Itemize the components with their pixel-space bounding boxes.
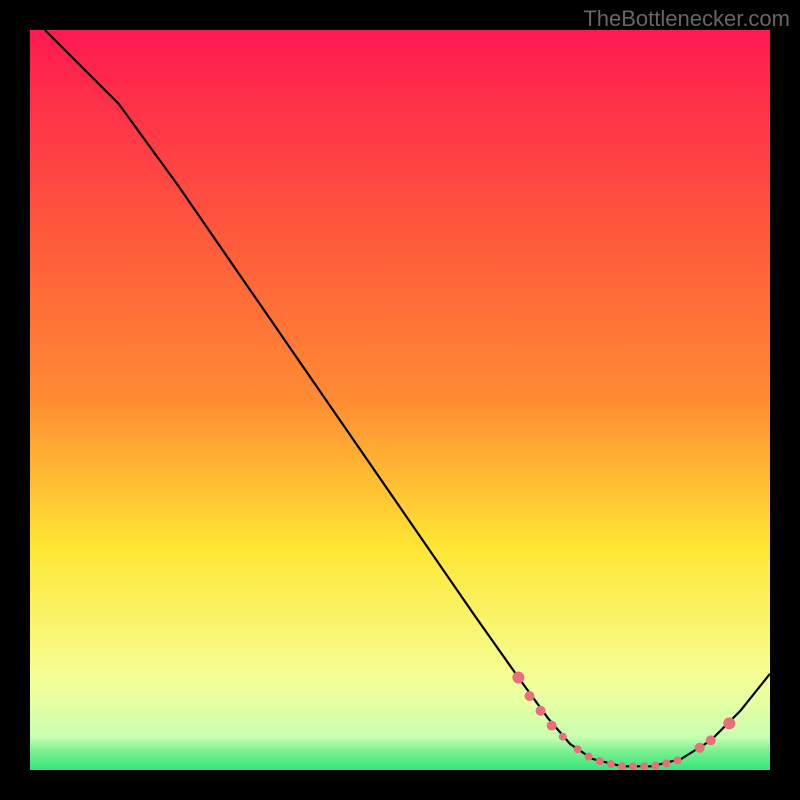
data-marker (525, 691, 535, 701)
plot-area (30, 30, 770, 770)
data-marker (607, 760, 615, 768)
data-marker (512, 672, 524, 684)
data-marker (651, 762, 659, 770)
data-marker (547, 721, 557, 731)
data-marker (629, 762, 637, 770)
gradient-background (30, 30, 770, 770)
data-marker (618, 762, 626, 770)
chart-container: TheBottlenecker.com (0, 0, 800, 800)
data-marker (536, 706, 546, 716)
data-marker (574, 745, 582, 753)
data-marker (695, 743, 705, 753)
data-marker (640, 762, 648, 770)
watermark-text: TheBottlenecker.com (583, 6, 790, 32)
data-marker (723, 717, 735, 729)
data-marker (706, 735, 716, 745)
data-marker (585, 753, 593, 761)
data-marker (674, 756, 682, 764)
data-marker (559, 733, 567, 741)
data-marker (596, 757, 604, 765)
data-marker (662, 759, 670, 767)
chart-svg (30, 30, 770, 770)
